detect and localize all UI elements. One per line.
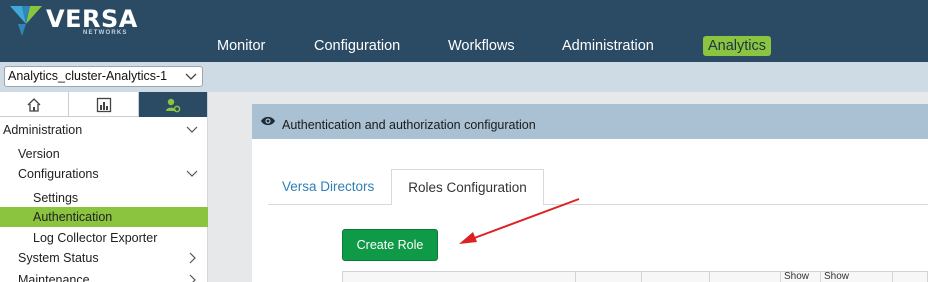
sidebar-tabs xyxy=(0,92,208,117)
table-column-divider xyxy=(820,272,821,282)
bar-chart-icon xyxy=(96,97,111,113)
table-header-cell[interactable]: Show xyxy=(784,271,809,282)
tab-divider xyxy=(268,204,392,205)
red-arrow-annotation xyxy=(459,198,580,244)
create-role-button[interactable]: Create Role xyxy=(342,229,438,261)
table-header-cell[interactable]: Show xyxy=(824,271,849,282)
sidebar-item-label: Configurations xyxy=(18,167,99,181)
sidebar-item-authentication[interactable]: Authentication xyxy=(0,207,208,227)
eye-icon xyxy=(261,116,275,126)
sidebar-item-administration[interactable]: Administration xyxy=(0,120,208,140)
brand-name: VERSA xyxy=(46,5,138,33)
chevron-right-icon xyxy=(189,274,196,282)
versa-logo[interactable]: VERSA NETWORKS xyxy=(8,4,138,38)
sidebar-item-system-status[interactable]: System Status xyxy=(0,248,208,268)
chevron-down-icon xyxy=(186,170,198,177)
sidebar-tab-admin[interactable] xyxy=(139,92,208,117)
cluster-select-value: Analytics_cluster-Analytics-1 xyxy=(8,69,168,83)
table-column-divider xyxy=(709,272,710,282)
table-column-divider xyxy=(780,272,781,282)
sidebar-item-maintenance[interactable]: Maintenance xyxy=(0,270,208,282)
sidebar-item-label: Administration xyxy=(3,123,83,137)
chevron-down-icon xyxy=(185,73,197,80)
sidebar-item-configurations[interactable]: Configurations xyxy=(0,164,208,184)
sidebar-tab-dashboard[interactable] xyxy=(69,92,139,117)
sidebar-item-version[interactable]: Version xyxy=(0,144,208,164)
roles-table-header: Show Show xyxy=(342,271,928,282)
brand-sub: NETWORKS xyxy=(83,30,128,36)
cluster-select[interactable]: Analytics_cluster-Analytics-1 xyxy=(4,66,203,87)
sidebar-item-label: Settings xyxy=(33,191,79,205)
sidebar-tab-home[interactable] xyxy=(0,92,69,117)
tab-label: Roles Configuration xyxy=(408,180,527,195)
home-icon xyxy=(27,98,41,112)
table-column-divider xyxy=(641,272,642,282)
sidebar-item-settings[interactable]: Settings xyxy=(0,188,208,208)
chevron-right-icon xyxy=(189,252,196,264)
table-column-divider xyxy=(575,272,576,282)
versa-logo-mark-icon xyxy=(10,6,42,36)
table-column-divider xyxy=(892,272,893,282)
panel-header: Authentication and authorization configu… xyxy=(252,104,928,139)
chevron-down-icon xyxy=(186,126,198,133)
tab-versa-directors[interactable]: Versa Directors xyxy=(282,170,374,204)
tab-divider xyxy=(543,204,928,205)
sidebar-item-label: System Status xyxy=(18,251,99,265)
nav-configuration[interactable]: Configuration xyxy=(314,36,400,56)
nav-monitor[interactable]: Monitor xyxy=(217,36,265,56)
admin-user-icon xyxy=(166,98,181,113)
sidebar-item-label: Maintenance xyxy=(18,273,90,282)
sidebar-item-label: Version xyxy=(18,147,60,161)
sidebar-item-label: Log Collector Exporter xyxy=(33,231,158,245)
sidebar-item-log-collector-exporter[interactable]: Log Collector Exporter xyxy=(0,228,208,248)
nav-workflows[interactable]: Workflows xyxy=(448,36,515,56)
sidebar: Administration Version Configurations Se… xyxy=(0,92,208,282)
nav-analytics[interactable]: Analytics xyxy=(703,36,772,56)
sidebar-item-label: Authentication xyxy=(33,210,113,224)
top-header: VERSA NETWORKS Monitor Configuration Wor… xyxy=(0,0,928,62)
nav-administration[interactable]: Administration xyxy=(562,36,654,56)
